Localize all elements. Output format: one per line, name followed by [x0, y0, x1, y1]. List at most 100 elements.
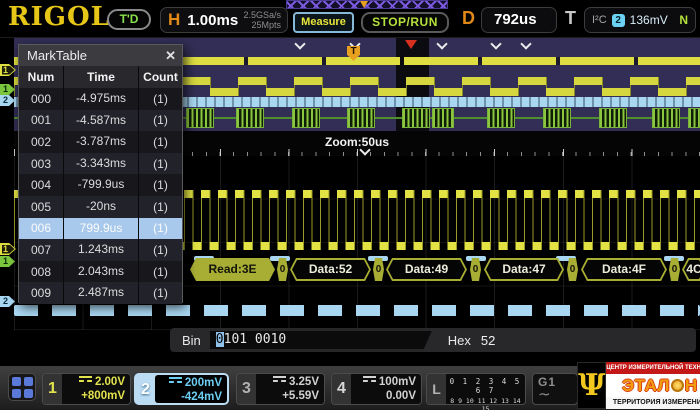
stop-run-button[interactable]: STOP/RUN [361, 12, 449, 33]
table-row-selected[interactable]: 006799.9us(1) [19, 218, 182, 240]
table-row[interactable]: 005-20ns(1) [19, 196, 182, 218]
decode-bubble-ack: 0 [669, 258, 680, 281]
trigger-level: 136mV [630, 13, 668, 27]
bin-hex-readout-bar: Bin 0101 0010 Hex 52 [170, 328, 696, 352]
acquisition-info: 2.5GSa/s 25Mpts [243, 10, 287, 31]
decode-burst [432, 108, 454, 128]
cell-num: 005 [19, 200, 63, 214]
ch2-position-marker[interactable]: 2 [0, 95, 15, 106]
logic-channels-0-7: 0 1 2 3 4 5 6 7 [446, 377, 525, 395]
cell-num: 006 [19, 221, 63, 235]
column-count: Count [139, 70, 182, 84]
channel3-offset: +5.59V [258, 390, 319, 404]
ch1-zoom-position-marker[interactable]: 1 [0, 243, 16, 255]
grid-square [12, 389, 21, 398]
close-icon[interactable]: ✕ [165, 45, 176, 66]
delay-value-box[interactable]: 792us [481, 7, 557, 33]
cell-time: -20ns [63, 196, 139, 218]
watermark-name-right: Н [685, 376, 698, 396]
decode-bubble-data: Data:49 [386, 258, 467, 281]
trigger-source-badge: 2 [612, 14, 625, 27]
cell-num: 000 [19, 92, 63, 106]
rigol-logo: RIGOL [8, 2, 110, 32]
generator1-box[interactable]: G1 ∼ [532, 373, 578, 405]
cell-num: 004 [19, 178, 63, 192]
table-row[interactable]: 0082.043ms(1) [19, 261, 182, 283]
marktable-popup: MarkTable ✕ Num Time Count 000-4.975ms(1… [18, 44, 183, 303]
marktable-titlebar[interactable]: MarkTable ✕ [19, 45, 182, 66]
channel3-box[interactable]: 3 3.25V +5.59V [236, 373, 325, 405]
channel1-offset: +800mV [64, 390, 125, 404]
decode-burst [688, 108, 700, 128]
decode-text: 0 [567, 258, 578, 281]
decode-bubble-data: 4C [682, 258, 700, 281]
decode-burst [599, 108, 627, 128]
logic-channels-box[interactable]: L 0 1 2 3 4 5 6 7 8 9 10 11 12 13 14 15 [426, 373, 526, 405]
channel2-offset: -424mV [157, 391, 222, 405]
dc-coupling-icon [363, 376, 376, 383]
table-row[interactable]: 002-3.787ms(1) [19, 131, 182, 153]
cell-count: (1) [139, 200, 182, 214]
marktable-title: MarkTable [27, 48, 87, 63]
logic-channels-8-15: 8 9 10 11 12 13 14 15 [446, 397, 525, 410]
cell-num: 001 [19, 113, 63, 127]
cell-num: 003 [19, 157, 63, 171]
column-num: Num [19, 70, 63, 84]
decode-bubble-ack: 0 [373, 258, 384, 281]
table-row[interactable]: 000-4.975ms(1) [19, 88, 182, 110]
bus1-position-marker[interactable]: 1 [0, 84, 15, 95]
cell-time: -3.343ms [63, 153, 139, 175]
menu-grid-button[interactable] [8, 373, 36, 401]
cell-num: 009 [19, 286, 63, 300]
decode-text: 0 [373, 258, 384, 281]
channel1-scale: 2.00V [95, 376, 125, 388]
measure-button[interactable]: Measure [293, 12, 354, 33]
decode-burst [186, 108, 214, 128]
decode-text: 0 [669, 258, 680, 281]
channel1-box[interactable]: 1 2.00V +800mV [42, 373, 131, 405]
marker-number: 1 [0, 243, 16, 255]
decode-burst [236, 108, 264, 128]
sample-rate: 2.5GSa/s [243, 10, 281, 20]
dc-coupling-icon [79, 376, 92, 383]
cell-num: 008 [19, 265, 63, 279]
oscilloscope-screen: RIGOL T'D H 1.00ms 2.5GSa/s 25Mpts Measu… [0, 0, 700, 410]
channel2-number: 2 [136, 375, 155, 403]
ch2-zoom-position-marker[interactable]: 2 [0, 296, 15, 307]
table-row[interactable]: 001-4.587ms(1) [19, 110, 182, 132]
horizontal-timebase-box[interactable]: H 1.00ms 2.5GSa/s 25Mpts [160, 7, 288, 33]
table-row[interactable]: 0092.487ms(1) [19, 282, 182, 304]
decode-text: Data:52 [290, 258, 371, 281]
channel4-box[interactable]: 4 100mV 0.00V [331, 373, 422, 405]
decode-bubble-data: Data:47 [484, 258, 564, 281]
channel2-box-selected[interactable]: 2 200mV -424mV [134, 373, 229, 405]
trigger-type: I²C [592, 14, 607, 26]
decode-burst [402, 108, 430, 128]
cell-count: (1) [139, 221, 182, 235]
cell-time: -4.587ms [63, 110, 139, 132]
decode-burst [347, 108, 375, 128]
trigger-info-box[interactable]: I²C 2 136mV N [584, 7, 696, 33]
decode-burst [652, 108, 680, 128]
channel4-offset: 0.00V [353, 390, 416, 404]
decode-burst [292, 108, 320, 128]
ch1-position-marker[interactable]: 1 [0, 64, 16, 76]
h-label: H [161, 10, 187, 30]
channel2-scale: 200mV [185, 377, 222, 389]
logo-glyph: Ψ [578, 371, 605, 401]
etalon-watermark: Ψ ЦЕНТР ИЗМЕРИТЕЛЬНОЙ ТЕХНИКИ ЭТАЛ Н ТЕР… [577, 362, 699, 409]
decode-text: 4C [682, 258, 700, 281]
cell-count: (1) [139, 92, 182, 106]
table-row[interactable]: 003-3.343ms(1) [19, 153, 182, 175]
top-status-bar: RIGOL T'D H 1.00ms 2.5GSa/s 25Mpts Measu… [0, 0, 700, 38]
decode-text: 0 [470, 258, 481, 281]
table-row[interactable]: 0071.243ms(1) [19, 239, 182, 261]
decode-text: 0 [277, 258, 288, 281]
bin-label: Bin [182, 333, 201, 348]
cell-time: -799.9us [63, 174, 139, 196]
zigzag-position-mark [360, 1, 368, 8]
bin-value-field[interactable]: 0101 0010 [210, 331, 432, 349]
table-row[interactable]: 004-799.9us(1) [19, 174, 182, 196]
cell-time: 1.243ms [63, 239, 139, 261]
decode-text: Read:3E [190, 258, 275, 281]
